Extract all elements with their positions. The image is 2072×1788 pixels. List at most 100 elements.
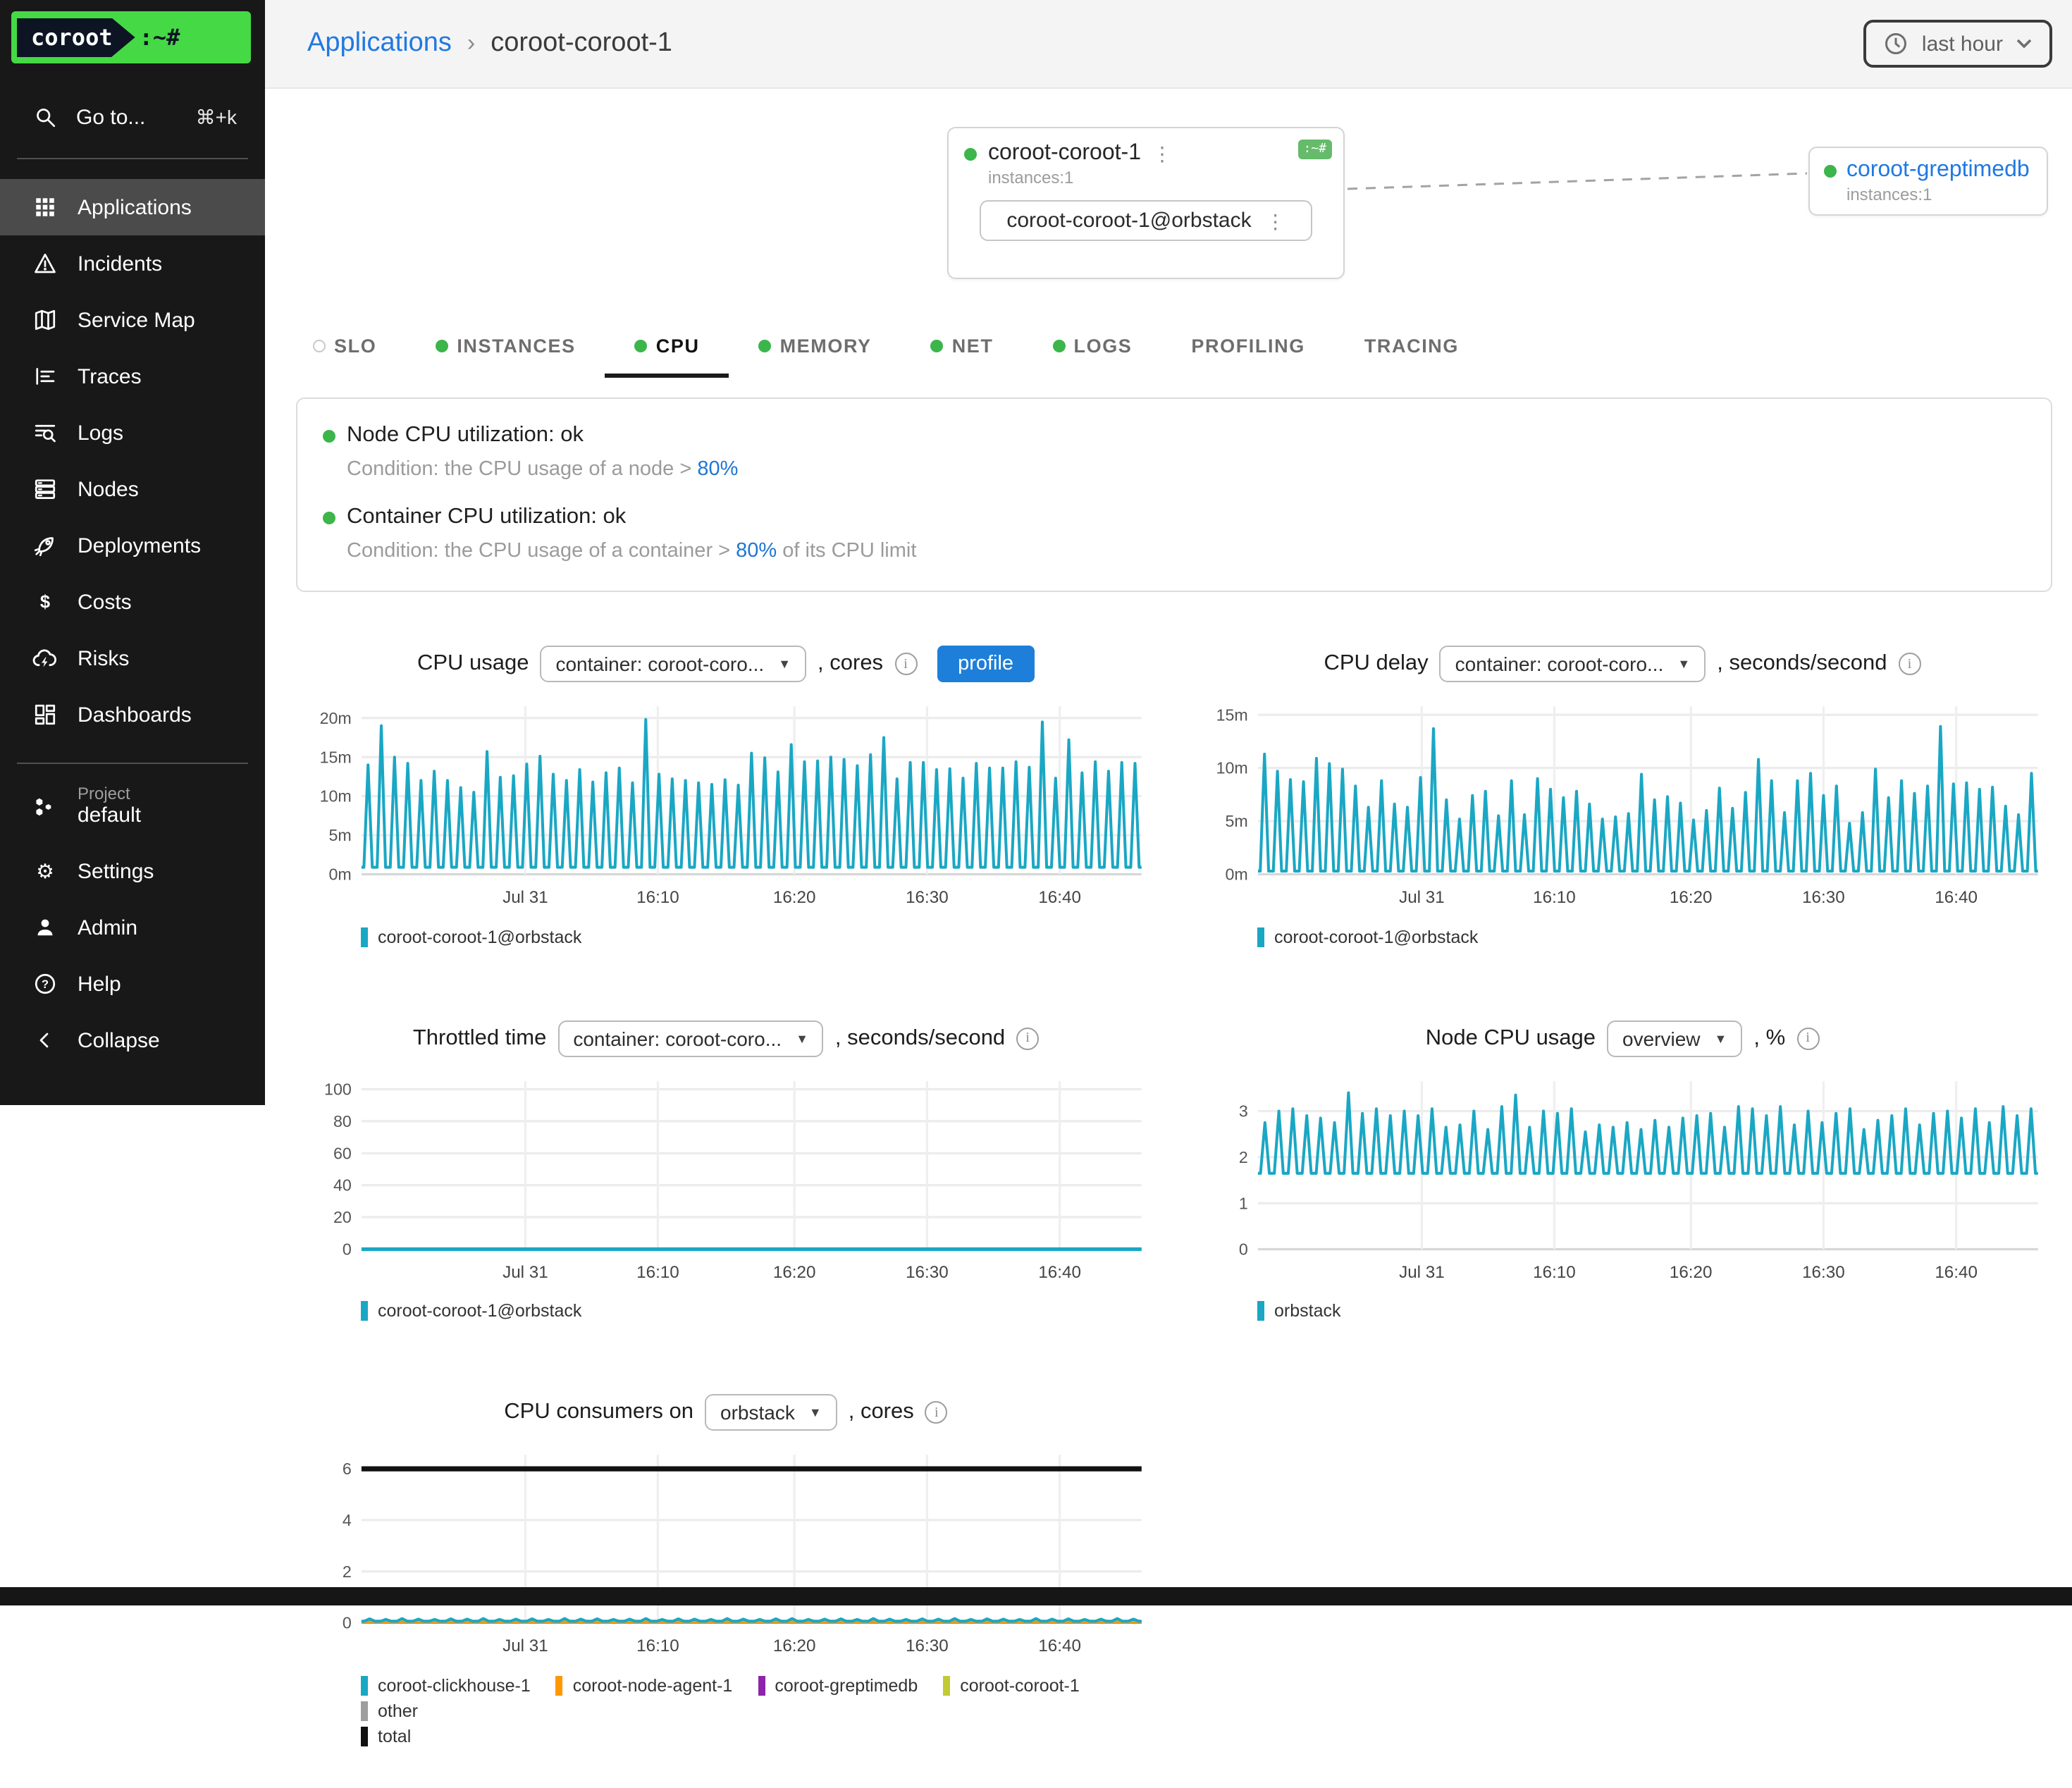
tab-instances[interactable]: INSTANCES [406,327,605,378]
sidebar-item-applications[interactable]: Applications [0,179,265,235]
terminal-badge: :~# [1297,140,1332,159]
legend-item[interactable]: coroot-clickhouse-1 [361,1675,531,1695]
svg-text:?: ? [41,978,48,991]
check-threshold-link[interactable]: 80% [697,458,738,481]
check-threshold-link[interactable]: 80% [736,540,777,562]
check-condition: Condition: the CPU usage of a container … [347,540,2025,562]
svg-text:Jul 31: Jul 31 [502,1262,548,1281]
svg-text:16:40: 16:40 [1038,1636,1081,1656]
legend-item[interactable]: coroot-coroot-1@orbstack [361,927,581,947]
search-icon [31,104,58,130]
logo-prompt: :~# [140,24,180,51]
log-search-icon [31,419,58,446]
sidebar-item-label: Traces [78,364,142,388]
tab-tracing[interactable]: TRACING [1335,327,1488,378]
sidebar-item-project[interactable]: Project default [0,784,265,829]
sidebar-item-collapse[interactable]: Collapse [0,1012,265,1068]
svg-text:40: 40 [333,1176,352,1194]
tab-logs[interactable]: LOGS [1023,327,1162,378]
sidebar-item-service-map[interactable]: Service Map [0,292,265,348]
instance-name: coroot-coroot-1@orbstack [1006,209,1251,233]
tab-label: PROFILING [1191,335,1305,357]
chart-cpu-usage: CPU usage container: coroot-coro...▼ , c… [296,646,1156,947]
sidebar-item-logs[interactable]: Logs [0,405,265,461]
instances-count: instances:1 [988,168,1328,187]
clock-icon [1884,31,1909,56]
check-item: Container CPU utilization: ok Condition:… [323,505,2025,562]
profile-button[interactable]: profile [937,646,1035,682]
info-icon[interactable]: i [925,1401,948,1424]
kebab-menu-icon[interactable]: ⋮ [1266,211,1285,230]
upstream-app-link[interactable]: coroot-greptimedb [1846,158,2030,183]
report-tabs: SLOINSTANCESCPUMEMORYNETLOGS PROFILING TRA… [283,327,2072,378]
sidebar-item-deployments[interactable]: Deployments [0,517,265,574]
breadcrumb-applications-link[interactable]: Applications [307,28,452,59]
tab-cpu[interactable]: CPU [605,327,729,378]
chart-scope-select[interactable]: overview▼ [1607,1020,1742,1056]
svg-text:16:30: 16:30 [906,1262,949,1281]
svg-text:16:20: 16:20 [773,888,816,907]
sidebar-item-label: Admin [78,915,137,939]
goto-button[interactable]: Go to... ⌘+k [0,96,265,138]
sidebar-item-nodes[interactable]: Nodes [0,461,265,517]
legend-item[interactable]: other [361,1701,418,1720]
svg-text:0: 0 [343,1614,352,1632]
coroot-logo[interactable]: coroot :~# [11,11,251,63]
legend-item[interactable]: coroot-node-agent-1 [556,1675,733,1695]
tab-slo[interactable]: SLO [283,327,406,378]
sidebar-item-settings[interactable]: ⚙ Settings [0,843,265,899]
chart-scope-select[interactable]: container: coroot-coro...▼ [557,1020,824,1056]
help-circle-icon: ? [31,970,58,997]
chart-scope-select[interactable]: orbstack▼ [705,1394,837,1431]
project-name: default [78,803,141,829]
tab-memory[interactable]: MEMORY [729,327,901,378]
breadcrumb-current: coroot-coroot-1 [491,28,672,59]
charts-grid: CPU usage container: coroot-coro...▼ , c… [296,646,2052,1788]
legend-item[interactable]: orbstack [1257,1301,1341,1321]
svg-text:2: 2 [343,1562,352,1581]
info-icon[interactable]: i [894,653,917,675]
instance-coroot-coroot-1-orbstack[interactable]: coroot-coroot-1@orbstack ⋮ [980,200,1312,241]
legend-label: coroot-coroot-1 [960,1675,1080,1695]
app-card-coroot-greptimedb: coroot-greptimedb instances:1 [1808,147,2048,216]
legend-swatch [1257,927,1264,947]
svg-text:0: 0 [343,1240,352,1258]
svg-text:10m: 10m [1216,759,1248,777]
svg-text:16:20: 16:20 [773,1636,816,1656]
sidebar-item-risks[interactable]: Risks [0,630,265,686]
legend-item[interactable]: coroot-coroot-1 [943,1675,1080,1695]
svg-text:16:20: 16:20 [1670,888,1713,907]
tab-net[interactable]: NET [901,327,1023,378]
svg-text:5m: 5m [1226,812,1248,830]
chart-scope-select[interactable]: container: coroot-coro...▼ [540,646,806,682]
legend-swatch [556,1675,563,1695]
sidebar-item-traces[interactable]: Traces [0,348,265,405]
legend-item[interactable]: coroot-coroot-1@orbstack [361,1301,581,1321]
legend-label: coroot-greptimedb [775,1675,918,1695]
legend-item[interactable]: total [361,1726,411,1746]
info-icon[interactable]: i [1796,1027,1819,1049]
legend-item[interactable]: coroot-greptimedb [758,1675,918,1695]
legend-label: coroot-coroot-1@orbstack [378,1301,581,1321]
main-content: Applications › coroot-coroot-1 last hour… [265,0,2072,1788]
sidebar-item-incidents[interactable]: Incidents [0,235,265,292]
info-icon[interactable]: i [1899,653,1921,675]
select-value: overview [1622,1027,1701,1049]
time-range-picker[interactable]: last hour [1864,20,2052,68]
chart-header: Throttled time container: coroot-coro...… [296,1020,1156,1056]
legend-item[interactable]: coroot-coroot-1@orbstack [1257,927,1478,947]
sidebar-item-costs[interactable]: $ Costs [0,574,265,630]
svg-text:16:10: 16:10 [636,1262,679,1281]
sidebar-item-admin[interactable]: Admin [0,899,265,956]
sidebar-item-label: Dashboards [78,703,192,727]
apps-grid-icon [31,194,58,221]
info-icon[interactable]: i [1016,1027,1039,1049]
kebab-menu-icon[interactable]: ⋮ [1152,144,1172,164]
check-item: Node CPU utilization: ok Condition: the … [323,423,2025,481]
sidebar-item-help[interactable]: ? Help [0,956,265,1012]
chart-header: CPU usage container: coroot-coro...▼ , c… [296,646,1156,682]
tab-status-dot [635,340,648,352]
chart-scope-select[interactable]: container: coroot-coro...▼ [1440,646,1706,682]
tab-profiling[interactable]: PROFILING [1161,327,1334,378]
sidebar-item-dashboards[interactable]: Dashboards [0,686,265,743]
